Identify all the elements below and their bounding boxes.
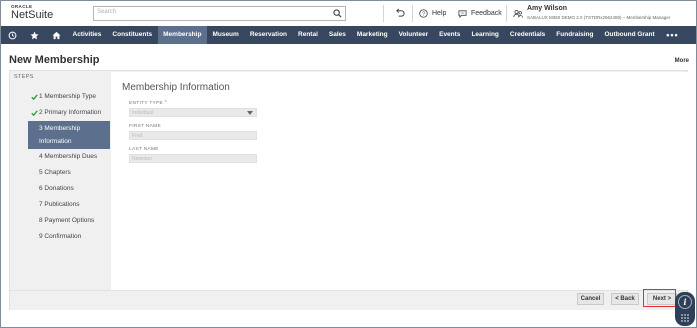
step-primary-information[interactable]: 2 Primary Information [28,105,110,121]
nav-reservation[interactable]: Reservation [244,26,292,44]
info-icon[interactable]: i [678,295,692,309]
step-donations[interactable]: 6 Donations [28,181,110,197]
nav-learning[interactable]: Learning [466,26,504,44]
next-button-highlight [643,289,676,307]
cancel-button[interactable]: Cancel [577,293,604,305]
home-icon [51,31,61,39]
step-label: 9 Confirmation [39,233,82,240]
steps-heading: STEPS [14,74,34,80]
section-title: Membership Information [122,82,230,93]
first-name-label: FIRST NAME [129,124,161,129]
entity-type-label: ENTITY TYPE * [129,100,167,106]
step-membership-dues[interactable]: 4 Membership Dues [28,149,110,165]
nav-more-button[interactable]: ••• [660,27,684,43]
nav-credentials[interactable]: Credentials [504,26,550,44]
floating-help-widget[interactable]: i [675,292,695,326]
form-content: Membership Information ENTITY TYPE * Ind… [111,72,688,290]
history-icon [8,31,16,39]
step-label: 3 Membership [39,125,81,132]
first-name-field[interactable]: Fred [129,131,257,140]
nav-fundraising[interactable]: Fundraising [551,26,599,44]
back-button[interactable]: < Back [611,293,639,305]
step-membership-information[interactable]: 3 Membership Information [28,121,110,149]
checkmark-icon [31,94,38,100]
step-label: 8 Payment Options [39,217,95,224]
step-label: 5 Chapters [39,169,71,176]
step-confirmation[interactable]: 9 Confirmation [28,229,110,245]
nav-home[interactable] [45,26,67,44]
checkmark-icon [31,110,38,116]
step-label: 4 Membership Dues [39,153,98,160]
required-indicator: * [164,100,167,106]
nav-membership[interactable]: Membership [157,26,207,44]
main-navigation: Activities Constituents Membership Museu… [1,26,696,44]
more-actions-link[interactable]: More [675,58,689,64]
nav-rental[interactable]: Rental [293,26,324,44]
entity-type-label-text: ENTITY TYPE [129,101,164,106]
step-label: 6 Donations [39,185,74,192]
dropdown-arrow-icon [247,111,253,115]
nav-marketing[interactable]: Marketing [351,26,393,44]
header-divider [506,5,507,22]
step-membership-type[interactable]: 1 Membership Type [28,89,110,105]
nav-recent[interactable] [1,26,23,44]
search-icon[interactable] [333,9,342,18]
top-header: ORACLE NetSuite Search ? Help Feedback A… [1,1,696,26]
feedback-icon [458,10,467,18]
grid-dots-icon[interactable] [680,313,690,323]
help-link[interactable]: ? Help [419,9,446,18]
step-payment-options[interactable]: 8 Payment Options [28,213,110,229]
nav-museum[interactable]: Museum [207,26,244,44]
recent-records-icon[interactable] [396,8,405,18]
nav-outbound-grant[interactable]: Outbound Grant [599,26,660,44]
step-label: 7 Publications [39,201,80,208]
nav-volunteer[interactable]: Volunteer [393,26,434,44]
logo-netsuite-text: NetSuite [11,9,54,21]
nav-constituents[interactable]: Constituents [107,26,158,44]
nav-events[interactable]: Events [434,26,466,44]
help-icon: ? [419,9,428,18]
svg-text:?: ? [422,12,425,18]
step-label-line2: Information [39,138,72,145]
nav-sales[interactable]: Sales [323,26,351,44]
feedback-label: Feedback [471,10,502,17]
wizard-panel: STEPS 1 Membership Type 2 Primary Inform… [9,70,688,310]
search-placeholder: Search [97,9,117,15]
steps-list: 1 Membership Type 2 Primary Information … [28,89,110,245]
entity-type-select[interactable]: Individual [129,108,257,117]
step-chapters[interactable]: 5 Chapters [28,165,110,181]
feedback-link[interactable]: Feedback [458,9,502,18]
step-label: 2 Primary Information [39,109,102,116]
netsuite-logo[interactable]: ORACLE NetSuite [11,4,71,21]
global-search-input[interactable]: Search [93,6,346,21]
last-name-field[interactable]: Newman [129,154,257,163]
header-divider [412,5,413,22]
help-label: Help [432,10,447,17]
nav-activities[interactable]: Activities [67,26,107,44]
role-switch-icon [513,9,523,18]
star-icon [29,31,39,39]
step-label: 1 Membership Type [39,93,96,100]
last-name-label: LAST NAME [129,147,159,152]
page-title: New Membership [9,54,100,66]
nav-shortcuts[interactable] [23,26,45,44]
header-divider [383,5,384,22]
user-name: Amy Wilson [527,5,567,12]
entity-type-value: Individual [132,110,154,116]
user-role: SABALUX M360 DEMO 2.0 (TSTDRx2662489) – … [527,15,671,20]
step-publications[interactable]: 7 Publications [28,197,110,213]
